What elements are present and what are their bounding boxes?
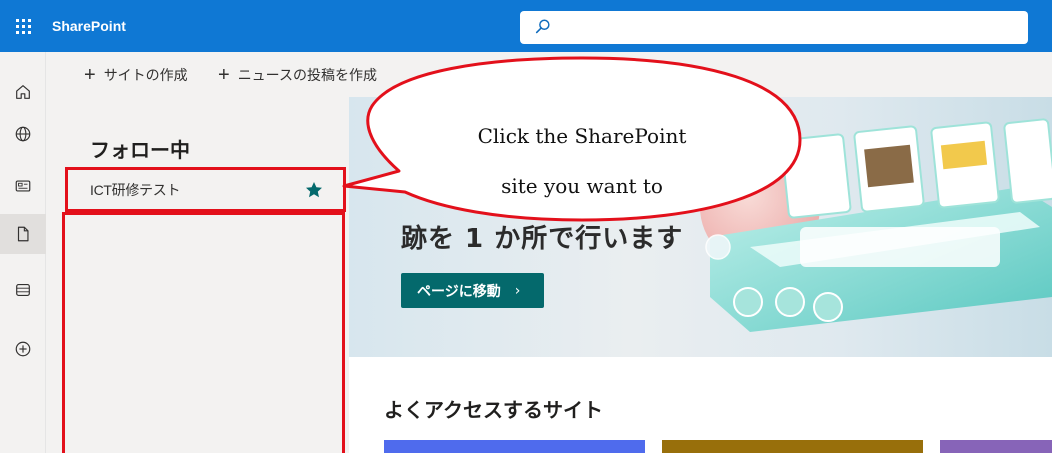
rail-lists-button[interactable] xyxy=(0,270,46,310)
left-app-bar xyxy=(0,52,46,453)
rail-sites-button[interactable] xyxy=(0,114,46,154)
hero-text: 跡を 1 か所で行います xyxy=(401,224,684,254)
suite-bar: SharePoint xyxy=(0,0,1052,52)
home-icon xyxy=(16,85,30,99)
rail-news-button[interactable] xyxy=(0,166,46,206)
frequent-sites-heading: よくアクセスするサイト xyxy=(384,398,603,422)
go-to-page-label: ページに移動 xyxy=(417,283,501,300)
sharepoint-start-page: SharePoint + サイトの作成 + ニュースの投稿を作成 フォロー中 I… xyxy=(0,0,1052,453)
highlight-box-site-item xyxy=(65,167,346,212)
following-heading: フォロー中 xyxy=(90,138,190,162)
command-bar: + サイトの作成 + ニュースの投稿を作成 xyxy=(46,52,1052,97)
chevron-right-icon: › xyxy=(514,282,521,299)
add-circle-icon xyxy=(15,341,31,357)
search-icon xyxy=(535,19,550,34)
callout-line-1: Click the SharePoint xyxy=(477,124,687,148)
create-site-button[interactable]: + サイトの作成 xyxy=(84,52,188,97)
app-title[interactable]: SharePoint xyxy=(52,0,126,52)
list-icon xyxy=(16,284,30,296)
go-to-page-button[interactable]: ページに移動 › xyxy=(401,273,544,308)
news-icon xyxy=(15,180,31,192)
plus-icon: + xyxy=(218,63,230,86)
rail-create-button[interactable] xyxy=(0,329,46,369)
globe-icon xyxy=(15,126,31,142)
app-launcher-button[interactable] xyxy=(0,0,46,52)
plus-icon: + xyxy=(84,63,96,86)
rail-files-button[interactable] xyxy=(0,214,46,254)
frequent-site-card[interactable] xyxy=(384,440,645,453)
callout-line-2: site you want to xyxy=(501,174,663,198)
create-news-post-button[interactable]: + ニュースの投稿を作成 xyxy=(218,52,377,97)
document-icon xyxy=(17,226,29,242)
create-site-label: サイトの作成 xyxy=(103,66,188,83)
waffle-icon xyxy=(15,18,31,34)
highlight-box-site-list xyxy=(62,212,345,453)
frequent-site-card[interactable] xyxy=(940,440,1052,453)
rail-home-button[interactable] xyxy=(0,72,46,112)
frequent-site-card[interactable] xyxy=(662,440,923,453)
search-box[interactable] xyxy=(520,11,1028,44)
create-news-label: ニュースの投稿を作成 xyxy=(237,66,377,83)
